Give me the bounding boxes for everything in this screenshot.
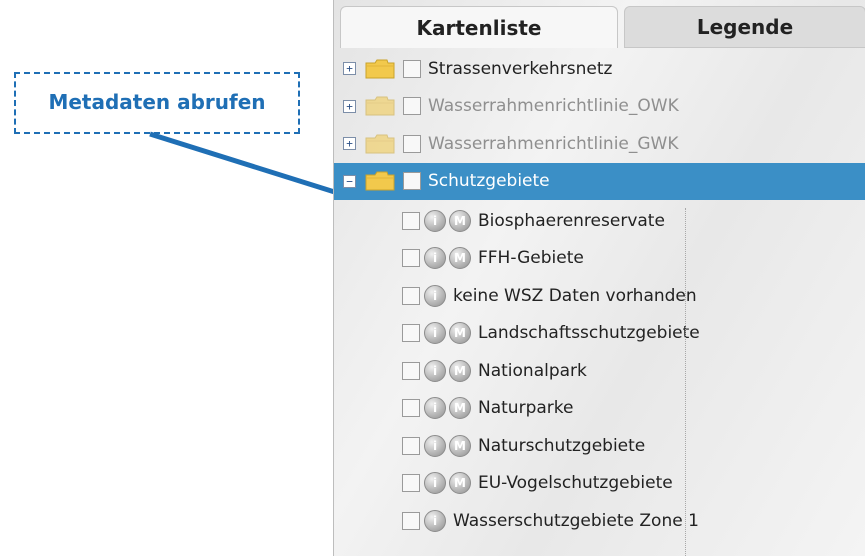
metadata-icon[interactable]: M: [449, 397, 471, 419]
layer-label: Landschaftsschutzgebiete: [478, 323, 700, 343]
layer-row[interactable]: i M Landschaftsschutzgebiete: [334, 315, 865, 352]
layer-row[interactable]: i M Nationalpark: [334, 352, 865, 389]
layer-checkbox[interactable]: [402, 249, 420, 267]
layer-row[interactable]: i Wasserschutzgebiete Zone 1: [334, 502, 865, 539]
metadata-icon[interactable]: M: [449, 209, 471, 232]
tree-group-row[interactable]: − Schutzgebiete: [334, 162, 865, 200]
layer-checkbox[interactable]: [402, 361, 420, 380]
layer-row[interactable]: i keine WSZ Daten vorhanden: [334, 277, 865, 314]
layer-label: keine WSZ Daten vorhanden: [453, 285, 697, 306]
layer-checkbox[interactable]: [402, 399, 420, 417]
tree-guide-line: [685, 208, 686, 556]
info-icon[interactable]: i: [424, 397, 446, 419]
layer-checkbox[interactable]: [402, 286, 420, 305]
expand-icon[interactable]: +: [343, 62, 356, 75]
metadata-icon[interactable]: M: [449, 359, 471, 382]
layer-row[interactable]: i M EU-Vogelschutzgebiete: [334, 465, 865, 502]
callout-label: Metadaten abrufen: [48, 90, 266, 114]
layer-row[interactable]: i M Naturschutzgebiete: [334, 427, 865, 464]
metadata-icon[interactable]: M: [449, 472, 471, 494]
collapse-icon[interactable]: −: [343, 174, 356, 188]
tab-kartenliste[interactable]: Kartenliste: [340, 6, 618, 48]
layer-label: EU-Vogelschutzgebiete: [478, 473, 673, 493]
info-icon[interactable]: i: [424, 434, 446, 457]
tree-group-row[interactable]: + Wasserrahmenrichtlinie_GWK: [334, 125, 865, 162]
tree-group-row[interactable]: + Strassenverkehrsnetz: [334, 50, 865, 87]
group-label: Strassenverkehrsnetz: [428, 58, 613, 79]
group-label: Schutzgebiete: [428, 171, 550, 191]
group-label: Wasserrahmenrichtlinie_GWK: [428, 133, 679, 154]
info-icon[interactable]: i: [424, 284, 446, 307]
layer-checkbox[interactable]: [403, 97, 421, 115]
layer-row[interactable]: i M Naturparke: [334, 390, 865, 427]
metadata-icon[interactable]: M: [449, 322, 471, 344]
info-icon[interactable]: i: [424, 322, 446, 344]
info-icon[interactable]: i: [424, 509, 446, 532]
metadata-icon[interactable]: M: [449, 247, 471, 269]
layer-label: Naturschutzgebiete: [478, 435, 646, 456]
layer-label: Nationalpark: [478, 360, 587, 381]
layer-row[interactable]: i M FFH-Gebiete: [334, 240, 865, 277]
layer-checkbox[interactable]: [403, 172, 421, 190]
expand-icon[interactable]: +: [343, 99, 356, 113]
layer-label: Biosphaerenreservate: [478, 210, 665, 231]
metadata-callout: Metadaten abrufen: [14, 72, 300, 134]
info-icon[interactable]: i: [424, 359, 446, 382]
layer-label: Wasserschutzgebiete Zone 1: [453, 510, 699, 531]
layer-label: FFH-Gebiete: [478, 248, 584, 268]
layer-checkbox[interactable]: [403, 134, 421, 153]
info-icon[interactable]: i: [424, 247, 446, 269]
group-label: Wasserrahmenrichtlinie_OWK: [428, 96, 679, 116]
layer-checkbox[interactable]: [403, 59, 421, 78]
metadata-icon[interactable]: M: [449, 434, 471, 457]
panel-tabs: Kartenliste Legende: [334, 0, 865, 48]
folder-icon: [365, 171, 395, 191]
folder-icon: [365, 96, 395, 116]
info-icon[interactable]: i: [424, 209, 446, 232]
folder-icon: [365, 134, 395, 154]
layer-checkbox[interactable]: [402, 511, 420, 530]
layer-checkbox[interactable]: [402, 436, 420, 455]
info-icon[interactable]: i: [424, 472, 446, 494]
tab-legende[interactable]: Legende: [624, 6, 865, 48]
tree-group-row[interactable]: + Wasserrahmenrichtlinie_OWK: [334, 88, 865, 125]
folder-icon: [365, 59, 395, 79]
layer-label: Naturparke: [478, 398, 574, 418]
layer-checkbox[interactable]: [402, 324, 420, 342]
layer-row[interactable]: i M Biosphaerenreservate: [334, 202, 865, 239]
layer-checkbox[interactable]: [402, 474, 420, 492]
expand-icon[interactable]: +: [343, 137, 356, 150]
layer-checkbox[interactable]: [402, 211, 420, 230]
layer-panel: Kartenliste Legende + Strassenverkehrsnet…: [333, 0, 865, 556]
